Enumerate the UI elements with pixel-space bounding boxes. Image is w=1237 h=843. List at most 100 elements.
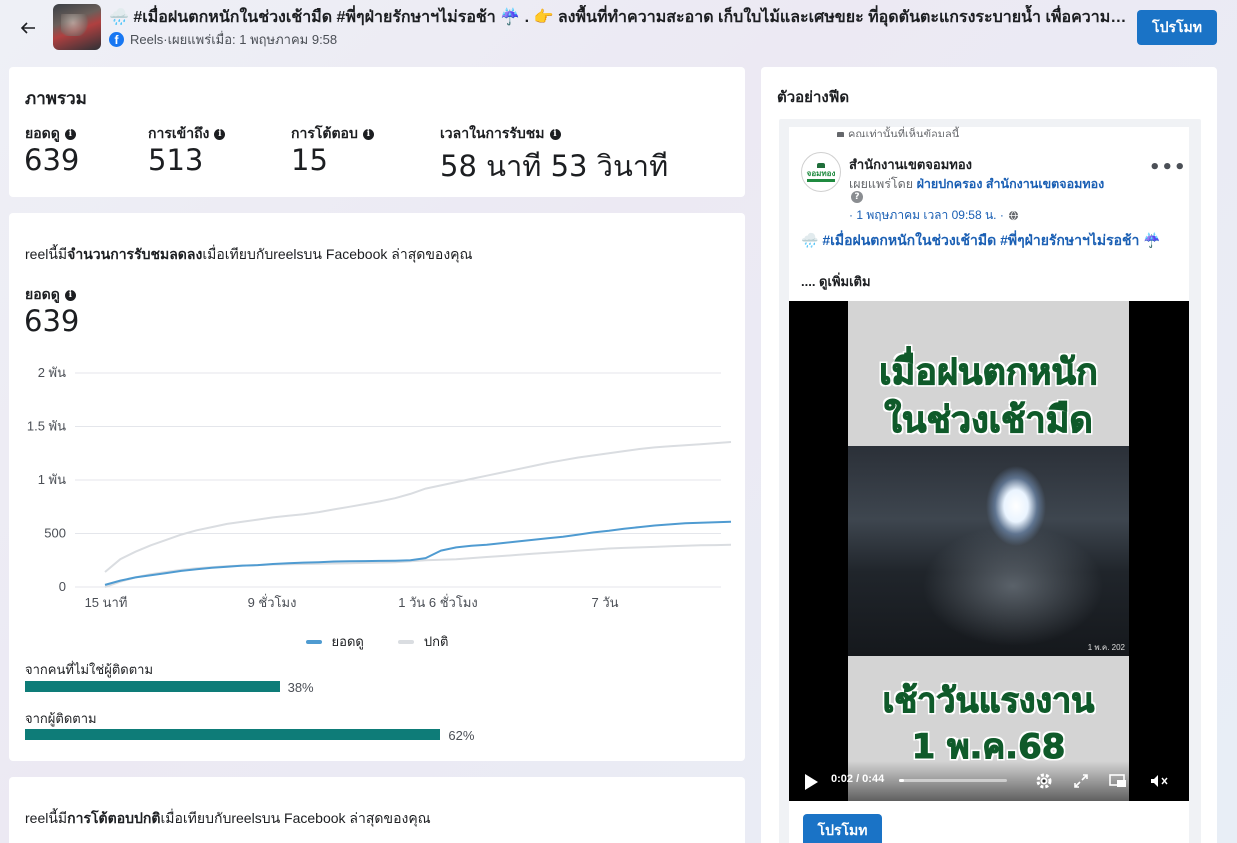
feed-preview-card: ตัวอย่างฟีด คุณเท่านั้นที่เห็นข้อมูลนี้ … [761,67,1217,843]
video-headline-top-2: ในช่วงเช้ามืด [884,400,1093,442]
notice-prefix: reelนี้มี [25,246,68,262]
top-header: 🌧️ #เมื่อฝนตกหนักในช่วงเช้ามืด #พี่ๆฝ่าย… [0,0,1237,58]
platform-label: Reels [130,31,164,47]
avatar-text: จอมทอง [806,168,836,178]
legend-swatch-views [305,639,322,644]
metric-label-reach: การเข้าถึง i [148,123,226,145]
y-tick-label: 2 พัน [38,365,66,380]
bar-track-followers [25,729,695,740]
back-button[interactable] [14,14,42,42]
post-text: 🌧️ #เมื่อฝนตกหนักในช่วงเช้ามืด #พี่ๆฝ่าย… [801,232,1161,248]
post-container: คุณเท่านั้นที่เห็นข้อมูลนี้ จอมทอง สำนัก… [789,127,1189,843]
preview-title: ตัวอย่างฟีด [777,89,850,106]
play-icon[interactable] [805,774,818,790]
mute-icon[interactable] [1149,771,1171,791]
series-line-normal-upper [104,441,732,573]
facebook-icon: f [109,31,124,47]
metric-label-text: การเข้าถึง [148,125,210,141]
views-line-chart: 0 500 1 พัน 1.5 พัน 2 พัน 15 นาที 9 ชั่วโมง 1 ว… [27,365,732,610]
reel-thumbnail[interactable] [53,4,101,50]
series-line-normal-lower [104,543,732,588]
metric-label-text: ยอดดู [25,125,60,141]
views-label-text: ยอดดู [25,286,60,302]
video-progress-fill [899,779,904,782]
notice-prefix: reelนี้มี [25,810,68,826]
question-icon[interactable]: ? [851,191,863,203]
reel-meta: f Reels · เผยแพร่เมื่อ: 1 พฤษภาคม 9:58 [109,30,337,48]
settings-gear-icon[interactable] [1033,771,1055,791]
bar-percent-non-followers: 38% [287,680,314,695]
notice-bold: จำนวนการรับชมลดลง [67,246,203,262]
page-avatar[interactable]: จอมทอง [801,152,841,192]
interaction-card: reelนี้มีการโต้ตอบปกติเมื่อเทียบกับreels… [9,777,745,843]
metric-label-text: การโต้ตอบ [291,125,358,141]
metric-label-watch-time: เวลาในการรับชม i [440,123,561,145]
metric-value-reach: 513 [148,143,204,177]
info-icon[interactable]: i [549,128,561,140]
page-name[interactable]: สำนักงานเขตจอมทอง [849,154,972,175]
post-date-text: · 1 พฤษภาคม เวลา 09:58 น. · [849,208,1004,222]
private-note: คุณเท่านั้นที่เห็นข้อมูลนี้ [837,125,959,137]
interaction-notice: reelนี้มีการโต้ตอบปกติเมื่อเทียบกับreels… [25,808,431,830]
views-notice: reelนี้มีจำนวนการรับชมลดลงเมื่อเทียบกับr… [25,244,473,266]
reel-title: 🌧️ #เมื่อฝนตกหนักในช่วงเช้ามืด #พี่ๆฝ่าย… [109,9,1127,26]
notice-suffix: เมื่อเทียบกับreelsบน Facebook ล่าสุดของค… [202,246,473,262]
legend-label-views: ยอดดู [331,634,364,649]
more-options-icon[interactable]: ••• [1149,157,1187,178]
info-icon[interactable]: i [214,128,226,140]
x-tick-label: 7 วัน [591,595,618,610]
video-progress-bar[interactable] [899,779,1007,782]
video-scene-image: 1 พ.ค. 202 [848,446,1129,656]
published-by-prefix: เผยแพร่โดย [849,177,917,191]
y-tick-label: 1.5 พัน [27,419,66,434]
overview-card: ภาพรวม ยอดดู i 639 การเข้าถึง i 513 การโต้… [9,67,745,197]
bar-track-non-followers [25,681,695,692]
promote-button-top[interactable]: โปรโมท [1137,10,1217,45]
x-tick-label: 1 วัน 6 ชั่วโมง [398,594,478,610]
bar-label-followers: จากผู้ติดตาม [25,711,97,726]
picture-in-picture-icon[interactable] [1107,771,1129,791]
bar-label-non-followers: จากคนที่ไม่ใช่ผู้ติดตาม [25,662,154,677]
see-more-link[interactable]: .... ดูเพิ่มเติม [801,271,871,292]
metric-label-interactions: การโต้ตอบ i [291,123,374,145]
info-icon[interactable]: i [64,289,76,301]
bar-percent-followers: 62% [448,728,475,743]
series-line-views [104,520,732,586]
arrow-left-icon [20,22,35,34]
legend-item-normal[interactable]: ปกติ [397,631,449,652]
info-icon[interactable]: i [362,128,374,140]
private-note-text: คุณเท่านั้นที่เห็นข้อมูลนี้ [848,129,960,137]
y-tick-label: 1 พัน [38,472,66,487]
metric-label-views: ยอดดู i [25,123,76,145]
views-label: ยอดดู i [25,284,76,306]
metric-value-views: 639 [24,143,80,177]
promote-button-bottom[interactable]: โปรโมท [803,814,882,843]
post-preview: คุณเท่านั้นที่เห็นข้อมูลนี้ จอมทอง สำนัก… [779,119,1201,843]
logo-emblem-icon [817,162,825,168]
published-by-link[interactable]: ฝ่ายปกครอง สำนักงานเขตจอมทอง [917,177,1105,191]
globe-icon [1008,210,1018,221]
overview-title: ภาพรวม [25,89,87,108]
chart-legend: ยอดดู ปกติ [9,631,745,652]
legend-label-normal: ปกติ [423,634,449,649]
notice-bold: การโต้ตอบปกติ [67,810,161,826]
fullscreen-icon[interactable] [1070,771,1092,791]
metric-value-interactions: 15 [291,143,328,177]
legend-item-views[interactable]: ยอดดู [305,631,364,652]
x-tick-label: 9 ชั่วโมง [248,594,297,610]
notice-suffix: เมื่อเทียบกับreelsบน Facebook ล่าสุดของค… [160,810,431,826]
post-date[interactable]: · 1 พฤษภาคม เวลา 09:58 น. · [849,206,1019,225]
y-tick-label: 500 [44,526,66,541]
legend-swatch-normal [397,639,414,644]
published-date: เผยแพร่เมื่อ: 1 พฤษภาคม 9:58 [167,31,338,47]
video-frame: เมื่อฝนตกหนัก ในช่วงเช้ามืด 1 พ.ค. 202 เ… [848,301,1129,801]
info-icon[interactable]: i [64,128,76,140]
video-player[interactable]: เมื่อฝนตกหนัก ในช่วงเช้ามืด 1 พ.ค. 202 เ… [789,301,1189,801]
video-controls: 0:02 / 0:44 [789,761,1189,801]
views-value: 639 [24,304,80,338]
lock-icon [837,132,844,137]
x-tick-label: 15 นาที [85,595,128,610]
video-time: 0:02 / 0:44 [831,773,885,785]
bar-fill-non-followers [25,681,280,692]
views-card: reelนี้มีจำนวนการรับชมลดลงเมื่อเทียบกับr… [9,213,745,761]
